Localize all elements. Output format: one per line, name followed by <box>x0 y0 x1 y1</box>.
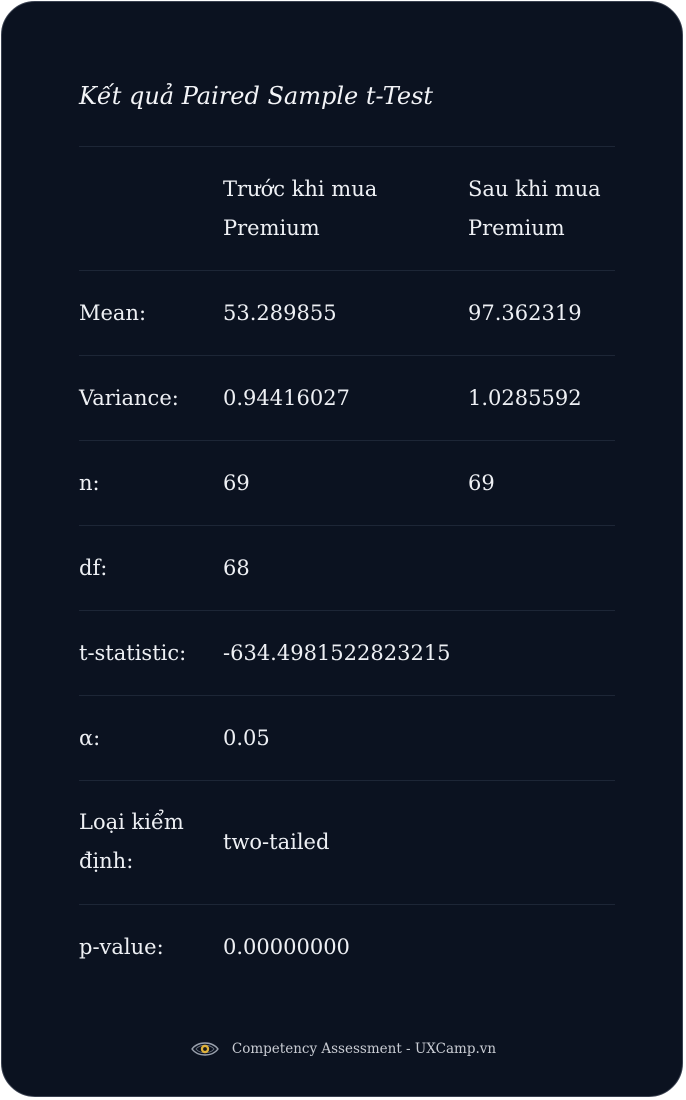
divider <box>79 610 615 611</box>
row-label-variance: Variance: <box>79 386 179 410</box>
row-label-test-type-line1: Loại kiểm <box>79 810 184 834</box>
variance-before-value: 0.94416027 <box>223 386 350 410</box>
eye-logo-icon <box>191 1042 219 1056</box>
p-value: 0.00000000 <box>223 935 350 959</box>
alpha-value: 0.05 <box>223 726 270 750</box>
row-label-df: df: <box>79 556 108 580</box>
divider <box>79 904 615 905</box>
row-label-test-type-line2: định: <box>79 849 134 873</box>
row-label-n: n: <box>79 471 100 495</box>
divider <box>79 525 615 526</box>
divider <box>79 440 615 441</box>
row-label-p-value: p-value: <box>79 935 164 959</box>
df-value: 68 <box>223 556 250 580</box>
row-label-t-statistic: t-statistic: <box>79 641 187 665</box>
row-label-mean: Mean: <box>79 301 147 325</box>
t-statistic-value: -634.4981522823215 <box>223 641 451 665</box>
variance-after-value: 1.0285592 <box>468 386 582 410</box>
divider <box>79 270 615 271</box>
header-before-line2: Premium <box>223 216 320 240</box>
n-before-value: 69 <box>223 471 250 495</box>
divider <box>79 355 615 356</box>
row-label-alpha: α: <box>79 726 101 750</box>
results-card: Kết quả Paired Sample t-Test Trước khi m… <box>1 1 683 1097</box>
divider <box>79 146 615 147</box>
header-before-line1: Trước khi mua <box>223 177 378 201</box>
footer: Competency Assessment - UXCamp.vn <box>2 1036 684 1062</box>
divider <box>79 780 615 781</box>
mean-before-value: 53.289855 <box>223 301 337 325</box>
mean-after-value: 97.362319 <box>468 301 582 325</box>
n-after-value: 69 <box>468 471 495 495</box>
footer-text: Competency Assessment - UXCamp.vn <box>231 1041 497 1057</box>
card-title: Kết quả Paired Sample t-Test <box>79 82 434 110</box>
header-after-line2: Premium <box>468 216 565 240</box>
divider <box>79 695 615 696</box>
header-after-line1: Sau khi mua <box>468 177 601 201</box>
test-type-value: two-tailed <box>223 830 330 854</box>
